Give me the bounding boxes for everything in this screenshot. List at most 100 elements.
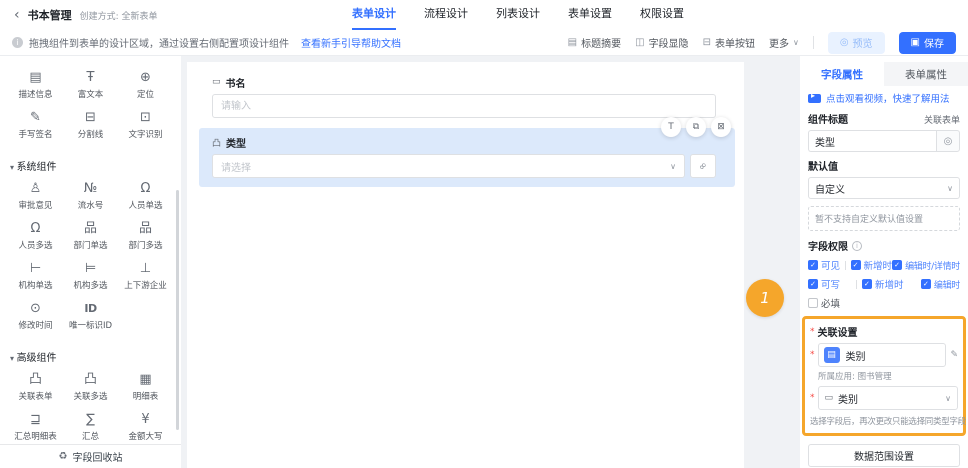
type-select[interactable]: 请选择 ∨: [212, 154, 685, 178]
chevron-down-icon: ∨: [792, 38, 799, 47]
serial-number-icon: №: [83, 181, 98, 196]
designer-tabs: 表单设计 流程设计 列表设计 表单设置 权限设置: [352, 0, 684, 30]
palette-item-location[interactable]: ⊕ 定位: [118, 70, 173, 108]
tab-flow-design[interactable]: 流程设计: [424, 0, 468, 30]
palette-item-relation-form[interactable]: 凸 关联表单: [8, 372, 63, 410]
app-note: 所属应用: 图书管理: [818, 372, 892, 382]
clock-icon: ⊙: [30, 301, 41, 316]
title-style-button[interactable]: T: [661, 117, 681, 137]
permission-row-visible: ✓ 可见 ✓ 新增时 ✓ 编辑时/详情时: [808, 258, 960, 272]
palette-item-description[interactable]: ▤ 描述信息: [8, 70, 63, 108]
palette-item-person-multi[interactable]: Ω 人员多选: [8, 221, 63, 259]
required-marker: *: [810, 393, 815, 403]
palette-item-richtext[interactable]: Ŧ 富文本: [63, 70, 118, 108]
palette-item-person-single[interactable]: Ω 人员单选: [118, 181, 173, 219]
help-doc-link[interactable]: 查看新手引导帮助文档: [301, 35, 401, 50]
checkbox-visible-new[interactable]: ✓: [850, 260, 861, 270]
divider-icon: ⊟: [85, 110, 96, 125]
permission-row-writable: ✓ 可写 ✓ 新增时 ✓ 编辑时: [808, 277, 960, 291]
tab-field-properties[interactable]: 字段属性: [800, 62, 884, 86]
delete-button[interactable]: ⊠: [711, 117, 731, 137]
palette-scrollbar[interactable]: [176, 190, 179, 430]
link-icon: ∞: [696, 159, 710, 173]
field-recycle-bin[interactable]: ♻ 字段回收站: [0, 444, 181, 468]
palette-item-unique-id[interactable]: ID 唯一标识ID: [63, 301, 118, 339]
copy-button[interactable]: ⧉: [686, 117, 706, 137]
edit-icon[interactable]: ✎: [950, 350, 958, 360]
video-tutorial-link[interactable]: 点击观看视频，快速了解用法: [808, 91, 960, 105]
required-marker: *: [810, 326, 815, 337]
form-canvas: ▭ 书名 T ⧉ ⊠ 凸 类型 请选择 ∨ ∞: [187, 62, 744, 468]
checkbox-writable-edit[interactable]: ✓: [920, 279, 931, 289]
richtext-icon: Ŧ: [86, 70, 95, 85]
property-inspector: 字段属性 表单属性 点击观看视频，快速了解用法 组件标题 关联表单 ◎ 默认值 …: [800, 56, 968, 468]
checkbox-writable-new[interactable]: ✓: [861, 279, 872, 289]
relation-form-icon: 凸: [28, 372, 42, 387]
section-system-components[interactable]: 系统组件: [8, 150, 173, 181]
tab-form-settings[interactable]: 表单设置: [568, 0, 612, 30]
palette-item-org-single[interactable]: ⊢ 机构单选: [8, 261, 63, 299]
checkbox-writable[interactable]: ✓: [808, 279, 818, 289]
palette-item-signature[interactable]: ✎ 手写签名: [8, 110, 63, 148]
text-field-icon: ▭: [212, 77, 221, 87]
title-summary-button[interactable]: ▤ 标题摘要: [568, 35, 621, 50]
preview-button[interactable]: ◎ 预览: [827, 31, 885, 54]
palette-item-serial-number[interactable]: № 流水号: [63, 181, 118, 219]
checkbox-required[interactable]: [808, 298, 818, 308]
book-name-input[interactable]: [212, 94, 716, 118]
save-button[interactable]: ▣ 保存: [898, 31, 956, 54]
org-single-icon: ⊢: [29, 261, 42, 276]
toolbar-divider: [812, 36, 814, 49]
chevron-down-icon: ∨: [945, 393, 951, 403]
inspector-tabs: 字段属性 表单属性: [800, 62, 968, 86]
creation-mode-label: 创建方式: 全新表单: [79, 11, 158, 22]
section-advanced-components[interactable]: 高级组件: [8, 341, 173, 372]
title-visibility-button[interactable]: ◎: [936, 130, 960, 152]
drag-hint-text: 拖拽组件到表单的设计区域，通过设置右侧配置项设计组件: [29, 39, 289, 50]
relation-field-select[interactable]: ▭ 类别 ∨: [817, 386, 958, 410]
checkbox-visible-edit-detail[interactable]: ✓: [892, 260, 903, 270]
palette-item-dept-multi[interactable]: 品 部门多选: [118, 221, 173, 259]
dept-single-icon: 品: [83, 221, 97, 236]
palette-item-divider[interactable]: ⊟ 分割线: [63, 110, 118, 148]
org-multi-icon: ⊨: [84, 261, 97, 276]
relation-form-field[interactable]: ▤ 类别: [817, 343, 947, 367]
palette-item-approval[interactable]: ♙ 审批意见: [8, 181, 63, 219]
dept-multi-icon: 品: [138, 221, 152, 236]
app-form-icon: ▤: [823, 347, 840, 363]
default-value-select[interactable]: 自定义 ∨: [808, 177, 960, 199]
required-row: 必填: [808, 296, 960, 310]
tab-list-design[interactable]: 列表设计: [496, 0, 540, 30]
toolbar-actions: ▤ 标题摘要 ◫ 字段显隐 ⊟ 表单按钮 更多 ∨ ◎ 预览 ▣ 保存: [568, 31, 956, 54]
palette-item-ocr[interactable]: ⊡ 文字识别: [118, 110, 173, 148]
checkbox-visible[interactable]: ✓: [808, 260, 818, 270]
sigma-icon: ∑: [86, 412, 95, 427]
tab-permission-settings[interactable]: 权限设置: [640, 0, 684, 30]
more-menu[interactable]: 更多 ∨: [769, 35, 799, 50]
palette-item-detail-table[interactable]: ▦ 明细表: [118, 372, 173, 410]
form-buttons-button[interactable]: ⊟ 表单按钮: [703, 35, 755, 50]
relation-link-button[interactable]: ∞: [690, 154, 716, 178]
info-icon: i: [852, 240, 862, 251]
back-icon[interactable]: ‹: [14, 7, 20, 23]
palette-item-dept-single[interactable]: 品 部门单选: [63, 221, 118, 259]
tab-form-properties[interactable]: 表单属性: [884, 62, 968, 86]
field-label-book-name: ▭ 书名: [212, 77, 246, 90]
selected-field-block[interactable]: T ⧉ ⊠ 凸 类型 请选择 ∨ ∞: [199, 117, 735, 187]
data-scope-button[interactable]: 数据范围设置: [808, 444, 960, 467]
sum-detail-table-icon: ⊒: [30, 412, 41, 427]
field-label-type: 凸 类型: [212, 135, 716, 150]
palette-item-modified-time[interactable]: ⊙ 修改时间: [8, 301, 63, 339]
palette-item-updown-enterprise[interactable]: ⊥ 上下游企业: [118, 261, 173, 299]
description-icon: ▤: [29, 70, 42, 85]
component-type-label: 关联表单: [923, 116, 960, 126]
default-value-note: 暂不支持自定义默认值设置: [808, 206, 960, 231]
palette-item-relation-multi[interactable]: 凸 关联多选: [63, 372, 118, 410]
approval-stamp-icon: ♙: [29, 181, 42, 196]
tab-form-design[interactable]: 表单设计: [352, 0, 396, 30]
field-visibility-button[interactable]: ◫ 字段显隐: [635, 35, 688, 50]
palette-item-org-multi[interactable]: ⊨ 机构多选: [63, 261, 118, 299]
component-title-input[interactable]: [808, 130, 936, 152]
video-icon: [808, 91, 821, 103]
unique-id-icon: ID: [84, 302, 97, 315]
